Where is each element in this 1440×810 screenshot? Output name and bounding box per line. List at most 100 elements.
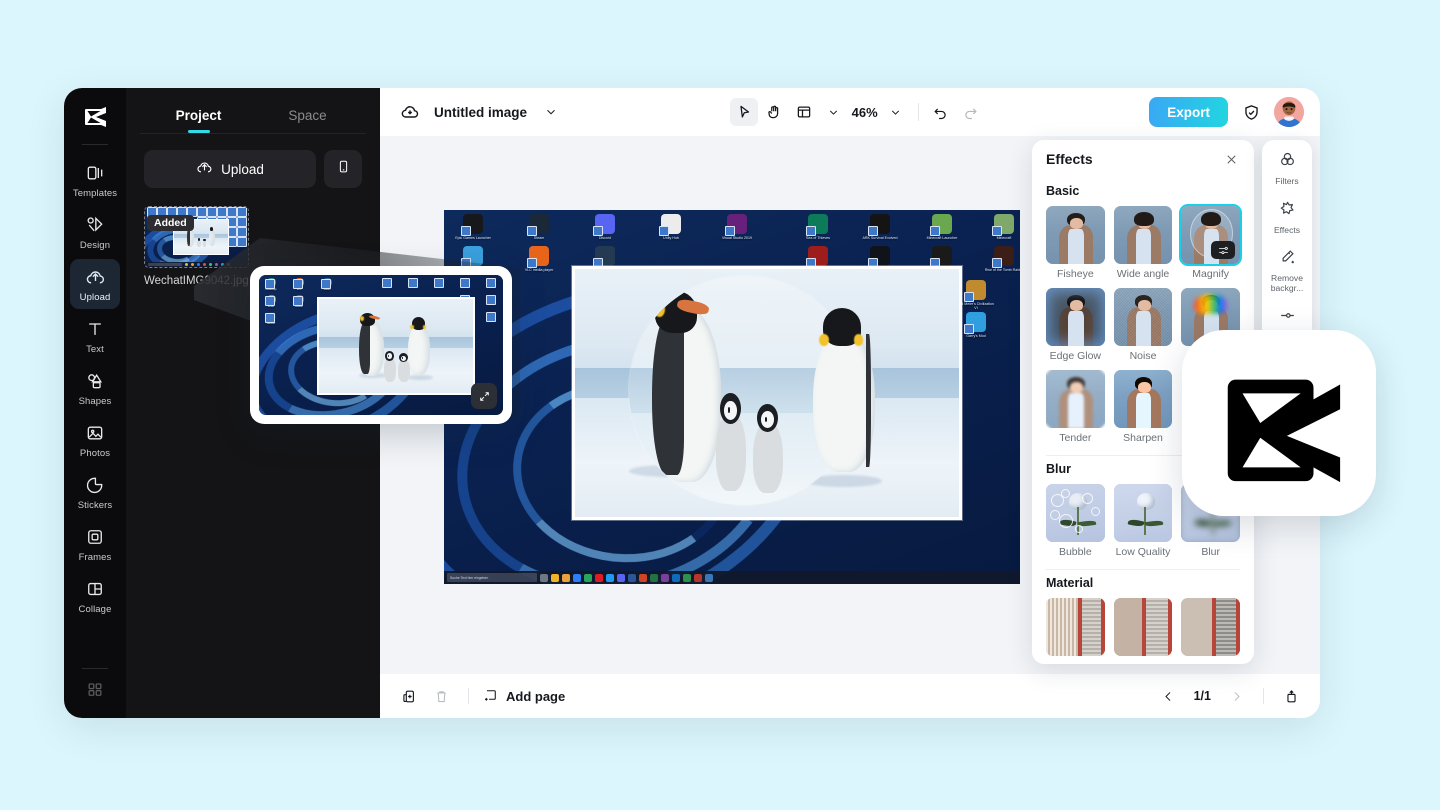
export-page-icon[interactable] <box>1278 683 1304 709</box>
zoom-level-value[interactable]: 46% <box>850 105 880 120</box>
effect-item-tender[interactable]: Tender <box>1046 370 1105 444</box>
tab-project[interactable]: Project <box>144 102 253 133</box>
sidebar-item-shapes[interactable]: Shapes <box>70 363 120 413</box>
document-title[interactable]: Untitled image <box>434 105 527 120</box>
desktop-icon[interactable]: Discord <box>586 214 624 240</box>
effect-thumbnail <box>1114 288 1173 346</box>
effect-item-material-3[interactable] <box>1181 598 1240 656</box>
desktop-icon[interactable]: Minecraft Launcher <box>923 214 961 244</box>
cloud-save-icon[interactable] <box>396 98 424 126</box>
taskbar-app[interactable] <box>705 574 713 582</box>
grid-more-icon[interactable] <box>85 679 105 704</box>
close-icon[interactable] <box>1222 150 1240 168</box>
effect-item-wide-angle[interactable]: Wide angle <box>1114 206 1173 280</box>
taskbar-app[interactable] <box>628 574 636 582</box>
taskbar-app[interactable] <box>650 574 658 582</box>
expand-diagonal-icon[interactable] <box>471 383 497 409</box>
asset-thumbnail[interactable]: Added <box>144 206 249 268</box>
desktop-icon[interactable]: Steam <box>520 214 558 240</box>
taskbar-app[interactable] <box>584 574 592 582</box>
canvas-photo-window[interactable] <box>572 266 962 520</box>
preview-penguin-photo <box>319 299 473 393</box>
desktop-icon[interactable]: Minecraft <box>985 214 1020 244</box>
sidebar-item-stickers[interactable]: Stickers <box>70 467 120 517</box>
zoom-dropdown-icon[interactable] <box>882 98 910 126</box>
effect-item-fisheye[interactable]: Fisheye <box>1046 206 1105 280</box>
taskbar-app[interactable] <box>606 574 614 582</box>
side-rail-item-remove-background[interactable]: Remove backgr... <box>1264 247 1310 293</box>
desktop-icon[interactable]: VLC media player <box>520 246 558 272</box>
layout-dropdown-icon[interactable] <box>820 98 848 126</box>
sidebar-item-collage[interactable]: Collage <box>70 571 120 621</box>
desktop-icon[interactable]: ARK Survival Evolved <box>861 214 899 244</box>
taskbar-app[interactable] <box>573 574 581 582</box>
taskbar-app[interactable] <box>551 574 559 582</box>
sidebar-item-photos[interactable]: Photos <box>70 415 120 465</box>
desktop-icon[interactable]: Sea of Thieves <box>799 214 837 244</box>
effect-item-material-1[interactable] <box>1046 598 1105 656</box>
taskbar-app[interactable] <box>562 574 570 582</box>
user-avatar[interactable] <box>1274 97 1304 127</box>
canvas-page[interactable]: Epic Games Launcher Steam Discord Unity … <box>444 210 1020 584</box>
sidebar-label: Templates <box>73 188 117 199</box>
taskbar-app[interactable] <box>639 574 647 582</box>
effect-item-low-quality[interactable]: Low Quality <box>1114 484 1173 558</box>
side-rail-item-effects[interactable]: Effects <box>1264 199 1310 236</box>
screenshot-root: Templates Design Upload Text <box>0 0 1440 810</box>
sidebar-item-templates[interactable]: Templates <box>70 155 120 205</box>
sidebar-item-frames[interactable]: Frames <box>70 519 120 569</box>
next-page-button[interactable] <box>1223 683 1249 709</box>
sidebar-item-text[interactable]: Text <box>70 311 120 361</box>
sidebar-item-upload[interactable]: Upload <box>70 259 120 309</box>
desktop-icon[interactable]: Epic Games Launcher <box>454 214 492 240</box>
asset-preview-card[interactable]: WhatsApp VLC Steam Excel Reader Blender <box>250 266 512 424</box>
taskbar-app[interactable] <box>540 574 548 582</box>
adjust-sliders-icon[interactable] <box>1211 241 1235 259</box>
desktop-icon[interactable]: Rise of the Tomb Raider <box>985 246 1020 276</box>
taskbar-app[interactable] <box>683 574 691 582</box>
export-button[interactable]: Export <box>1149 97 1228 127</box>
undo-button[interactable] <box>927 98 955 126</box>
add-page-button[interactable]: Add page <box>483 687 565 706</box>
effects-section-title: Material <box>1046 576 1240 590</box>
effect-item-sharpen[interactable]: Sharpen <box>1114 370 1173 444</box>
side-rail-item-adjust[interactable] <box>1264 306 1310 330</box>
uploaded-asset-item[interactable]: Added WechatIMG9042.jpg <box>144 206 249 287</box>
tab-space[interactable]: Space <box>253 102 362 133</box>
taskbar-app[interactable] <box>661 574 669 582</box>
taskbar-search[interactable]: Suche Text hier eingeben <box>447 573 537 582</box>
upload-button[interactable]: Upload <box>144 150 316 188</box>
sidebar-item-design[interactable]: Design <box>70 207 120 257</box>
prev-page-button[interactable] <box>1156 683 1182 709</box>
effect-item-edge-glow[interactable]: Edge Glow <box>1046 288 1105 362</box>
taskbar-app[interactable] <box>595 574 603 582</box>
redo-button[interactable] <box>957 98 985 126</box>
layout-tool-button[interactable] <box>790 98 818 126</box>
panel-divider <box>140 133 366 134</box>
hand-tool-button[interactable] <box>760 98 788 126</box>
delete-page-icon[interactable] <box>428 683 454 709</box>
effect-item-magnify[interactable]: Magnify <box>1181 206 1240 280</box>
capcut-logo[interactable] <box>78 102 112 132</box>
effect-item-noise[interactable]: Noise <box>1114 288 1173 362</box>
select-tool-button[interactable] <box>730 98 758 126</box>
effect-thumbnail <box>1114 484 1173 542</box>
asset-added-badge: Added <box>147 215 194 231</box>
desktop-icon[interactable]: Garry's Mod <box>957 312 995 338</box>
desktop-icon[interactable]: Unity Hub <box>652 214 690 240</box>
taskbar-app[interactable] <box>672 574 680 582</box>
effect-item-bubble[interactable]: Bubble <box>1046 484 1105 558</box>
chevron-down-icon[interactable] <box>537 98 565 126</box>
upload-from-phone-button[interactable] <box>324 150 362 188</box>
desktop-icon[interactable]: Visual Studio 2019 <box>718 214 756 240</box>
editor-area: Untitled image <box>380 88 1320 718</box>
sidebar-label: Upload <box>80 292 111 303</box>
taskbar-app[interactable] <box>617 574 625 582</box>
desktop-icon[interactable]: Sid Meier's Civilization VI <box>957 280 995 310</box>
shield-check-icon[interactable] <box>1238 99 1264 125</box>
taskbar-app[interactable] <box>694 574 702 582</box>
duplicate-page-icon[interactable] <box>396 683 422 709</box>
effect-item-material-2[interactable] <box>1114 598 1173 656</box>
side-rail-item-filters[interactable]: Filters <box>1264 150 1310 187</box>
tab-label: Space <box>288 108 326 123</box>
